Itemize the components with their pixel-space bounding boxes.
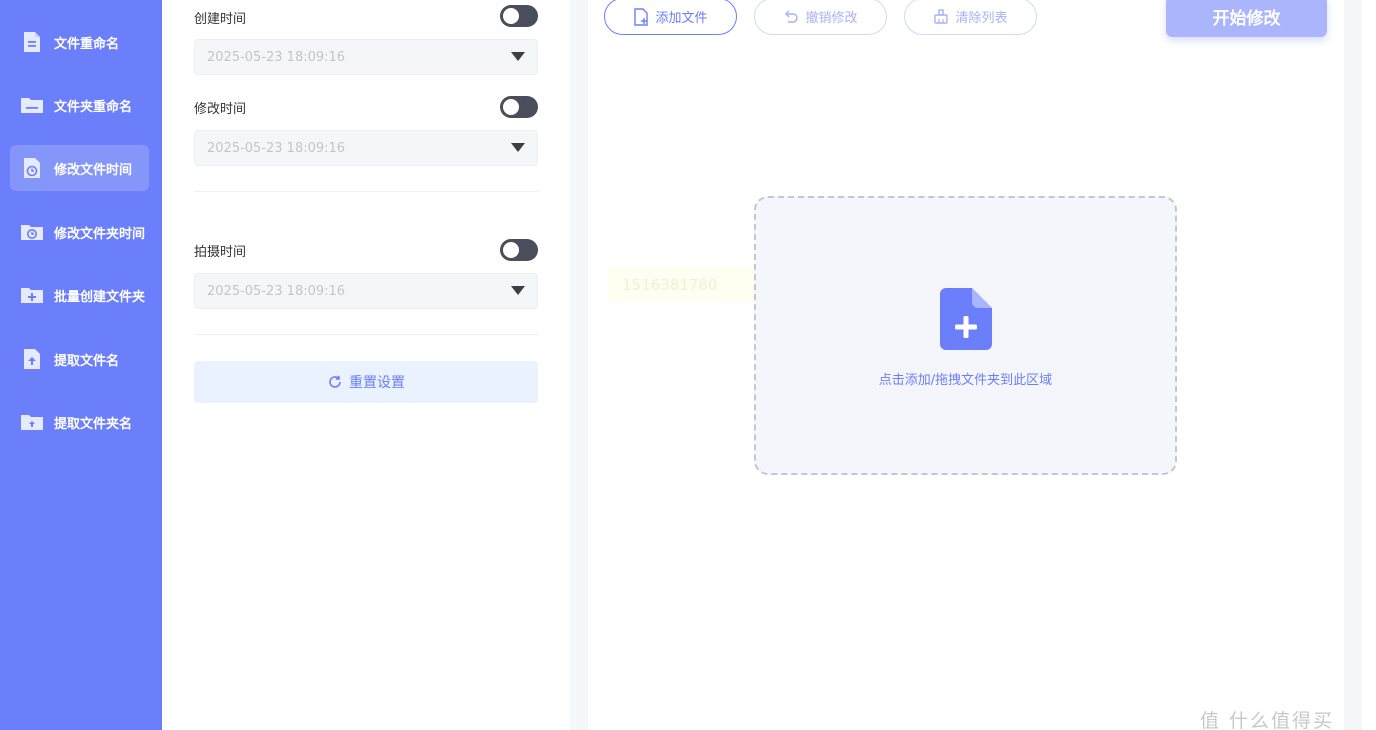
reset-settings-button[interactable]: 重置设置 [194,361,538,403]
toggle-knob [503,8,519,24]
document-icon [24,32,40,52]
divider [194,334,538,335]
sidebar-item-label: 提取文件名 [54,353,120,369]
clear-list-button[interactable]: 清除列表 [904,0,1037,35]
sidebar-item-label: 批量创建文件夹 [54,289,146,305]
toggle-knob [503,99,519,115]
drop-zone-hint: 点击添加/拖拽文件夹到此区域 [878,373,1053,388]
created-time-value: 2025-05-23 18:09:16 [207,49,346,65]
panel-gap [570,0,588,730]
created-time-label: 创建时间 [194,12,247,27]
faded-overlay-text: 1516381780 [608,268,758,302]
modified-time-select[interactable]: 2025-05-23 18:09:16 [194,130,538,166]
sidebar-item-label: 文件夹重命名 [54,99,133,115]
file-drop-zone[interactable]: 点击添加/拖拽文件夹到此区域 [754,196,1177,475]
folder-upload-icon [21,415,43,430]
start-modify-button[interactable]: 开始修改 [1166,0,1327,37]
sidebar-item-extract-foldername[interactable]: 提取文件夹名 [10,399,149,445]
undo-icon [785,9,799,23]
sidebar-item-file-rename[interactable]: 文件重命名 [10,19,149,65]
taken-time-select[interactable]: 2025-05-23 18:09:16 [194,273,538,309]
modified-time-label: 修改时间 [194,102,247,117]
add-document-icon [940,288,992,350]
sidebar-item-label: 提取文件夹名 [54,416,133,432]
add-file-button[interactable]: 添加文件 [604,0,737,35]
time-settings-panel: 创建时间 2025-05-23 18:09:16 修改时间 2025-05-23… [162,0,570,730]
document-upload-icon [24,349,40,369]
add-file-label: 添加文件 [655,11,708,26]
folder-plus-icon [21,288,43,303]
watermark: 值 什么值得买 [1200,710,1335,730]
folder-icon [21,98,43,113]
add-file-icon [634,7,649,26]
right-edge-strip [1344,0,1362,730]
dropdown-arrow-icon [511,52,525,61]
sidebar-item-label: 文件重命名 [54,36,120,52]
taken-time-value: 2025-05-23 18:09:16 [207,283,346,299]
dropdown-arrow-icon [511,143,525,152]
sidebar-item-modify-folder-time[interactable]: 修改文件夹时间 [10,209,149,255]
modified-time-value: 2025-05-23 18:09:16 [207,140,346,156]
start-modify-label: 开始修改 [1212,9,1281,29]
taken-time-toggle[interactable] [500,239,538,261]
sidebar: 文件重命名 文件夹重命名 修改文件时间 修改文件夹时间 批量创建文件夹 提取文件… [0,0,162,730]
taken-time-label: 拍摄时间 [194,245,247,260]
sidebar-item-modify-file-time[interactable]: 修改文件时间 [10,145,149,191]
refresh-icon [329,375,341,388]
file-list-area: 添加文件 撤销修改 清除列表 开始修改 1516381780 点击添加/拖拽文件… [588,0,1344,730]
sidebar-item-label: 修改文件时间 [54,162,133,178]
undo-modify-label: 撤销修改 [805,11,858,26]
sidebar-item-label: 修改文件夹时间 [54,226,146,242]
document-clock-icon [24,158,40,178]
toggle-knob [503,242,519,258]
undo-modify-button[interactable]: 撤销修改 [754,0,887,35]
folder-clock-icon [21,225,43,240]
sidebar-item-batch-create-folder[interactable]: 批量创建文件夹 [10,272,149,318]
clear-list-label: 清除列表 [955,11,1008,26]
created-time-select[interactable]: 2025-05-23 18:09:16 [194,39,538,75]
broom-icon [934,8,949,24]
divider [194,191,538,192]
modified-time-toggle[interactable] [500,96,538,118]
dropdown-arrow-icon [511,286,525,295]
created-time-toggle[interactable] [500,5,538,27]
reset-settings-label: 重置设置 [349,375,405,391]
sidebar-item-extract-filename[interactable]: 提取文件名 [10,336,149,382]
sidebar-item-folder-rename[interactable]: 文件夹重命名 [10,82,149,128]
